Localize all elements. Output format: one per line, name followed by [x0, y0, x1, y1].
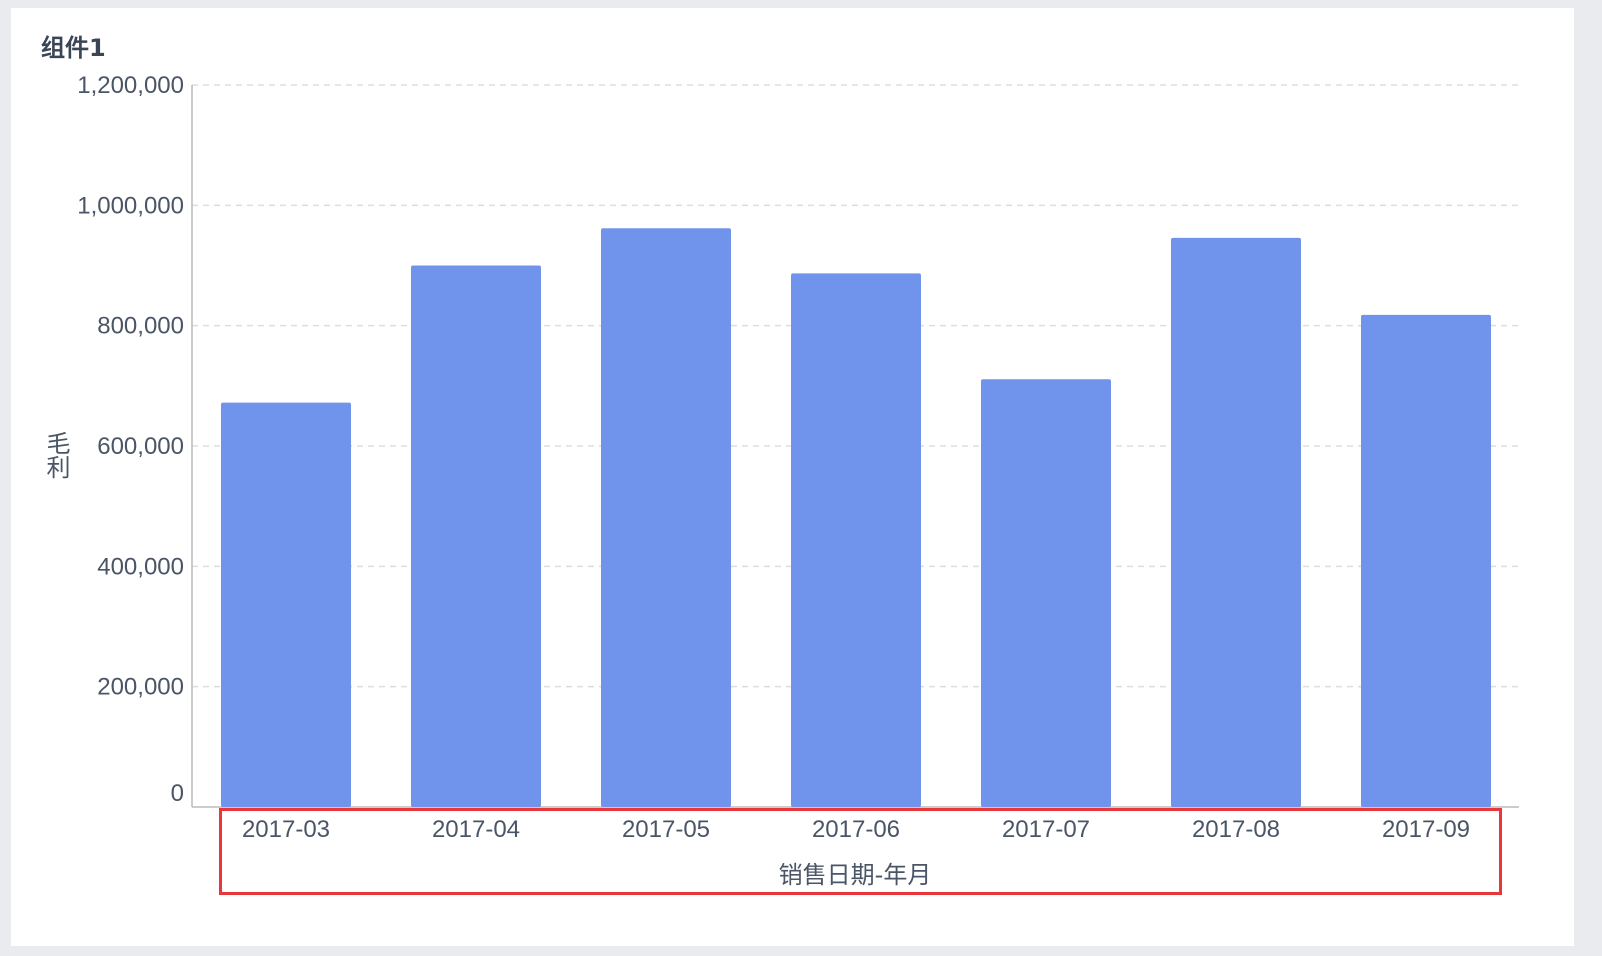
y-axis-ticks: 0 200,000 400,000 600,000 800,000 1,000,000 1,… [77, 72, 184, 807]
x-tick-label: 2017-05 [622, 816, 710, 843]
y-tick-label: 200,000 [97, 674, 184, 701]
bars [221, 228, 1491, 808]
y-axis-title: 毛利 [42, 431, 70, 479]
x-tick-label: 2017-07 [1002, 816, 1090, 843]
x-tick-label: 2017-08 [1192, 816, 1280, 843]
x-tick-label: 2017-06 [812, 816, 900, 843]
y-tick-label: 800,000 [97, 313, 184, 340]
bar-2017-04[interactable] [411, 265, 541, 808]
bar-2017-09[interactable] [1361, 314, 1491, 807]
y-tick-label: 1,000,000 [77, 192, 184, 219]
y-tick-label: 1,200,000 [77, 72, 184, 99]
chart-widget: 组件1 0 200,000 400,000 600,000 800,000 1,000,0… [11, 8, 1574, 946]
y-tick-label: 600,000 [97, 433, 184, 460]
x-axis-title: 销售日期-年月 [779, 861, 932, 889]
bar-2017-08[interactable] [1171, 237, 1301, 807]
y-tick-label: 400,000 [97, 553, 184, 580]
y-tick-label: 0 [171, 780, 184, 807]
x-axis-ticks: 2017-03 2017-04 2017-05 2017-06 2017-07 2017-… [242, 816, 1470, 843]
bar-2017-03[interactable] [221, 402, 351, 807]
x-tick-label: 2017-03 [242, 816, 330, 843]
bar-2017-06[interactable] [791, 273, 921, 807]
x-tick-label: 2017-09 [1382, 816, 1470, 843]
x-tick-label: 2017-04 [432, 816, 520, 843]
bar-chart: 0 200,000 400,000 600,000 800,000 1,000,000 1,… [77, 72, 1519, 889]
bar-2017-07[interactable] [981, 379, 1111, 807]
bar-2017-05[interactable] [601, 228, 731, 808]
